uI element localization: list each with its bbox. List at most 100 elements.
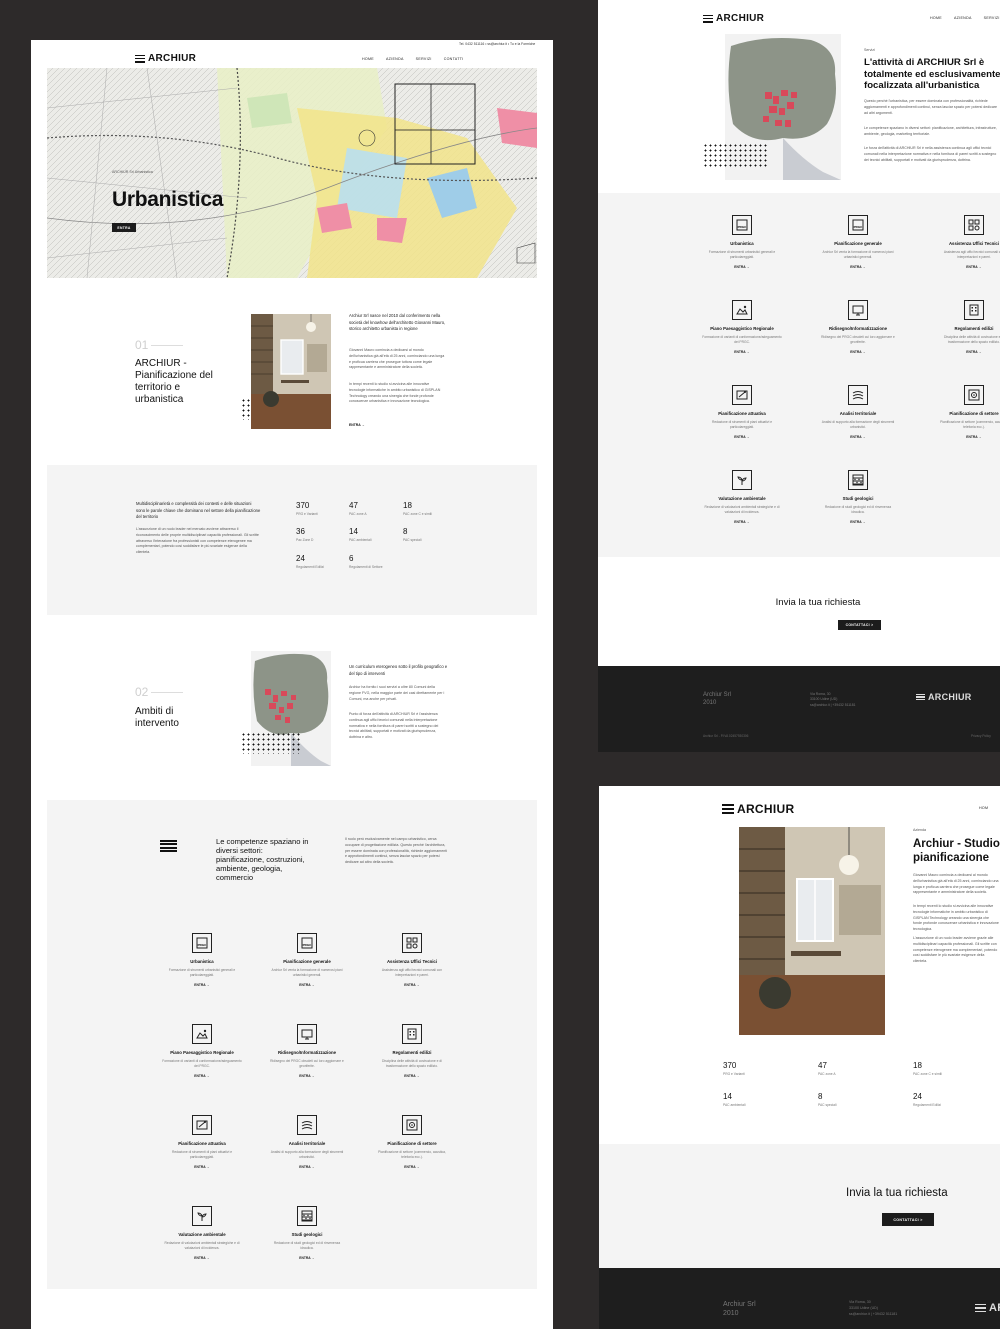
- service-card[interactable]: Analisi territoriale Analisi di supporto …: [257, 1115, 357, 1169]
- prgc-icon: PRGC: [848, 215, 868, 235]
- service-enter-link[interactable]: ENTRA →: [152, 1256, 252, 1260]
- service-description: Disciplina delle attività di costruzione…: [382, 1059, 442, 1068]
- geology-icon: [848, 470, 868, 490]
- service-card[interactable]: Regolamenti edilizi Disciplina delle atti…: [362, 1024, 462, 1078]
- menu-bars-icon: [703, 14, 713, 23]
- service-enter-link[interactable]: ENTRA →: [152, 1074, 252, 1078]
- service-card[interactable]: Pianificazione di settore Pianificazione …: [362, 1115, 462, 1169]
- service-card[interactable]: Pianificazione di settore Pianificazione …: [924, 385, 1000, 439]
- service-card[interactable]: PRGC Pianificazione generale Archiur Srl v…: [257, 933, 357, 987]
- main-nav: HOME AZIENDA SERVIZI: [918, 16, 1000, 20]
- service-description: Archiur Srl venta la formazione di numer…: [271, 968, 343, 977]
- nav-home[interactable]: HOM: [979, 806, 988, 810]
- service-description: Redazione di strumenti di piani attuativ…: [711, 420, 773, 429]
- service-description: Pianificazione di settore (commercio, ac…: [940, 420, 1000, 429]
- contact-title: Invia la tua richiesta: [775, 597, 861, 608]
- service-description: Formazione di strumenti urbanistici gene…: [168, 968, 236, 977]
- office-photo: [251, 314, 331, 429]
- service-title: Analisi territoriale: [839, 411, 877, 416]
- section1-paragraph-1: Giovanni Mauro comincia a dedicarsi al m…: [349, 348, 445, 370]
- service-enter-link[interactable]: ENTRA →: [924, 350, 1000, 354]
- main-nav: HOM: [979, 806, 988, 810]
- service-card[interactable]: Piano Paesaggistico Regionale Formazione …: [692, 300, 792, 354]
- top-contact-info: Tel. 0432 511116 • ss@archiur.it • Tu e …: [459, 42, 536, 46]
- service-card[interactable]: Ridisegno/Informatizzazione Ridisegno dei…: [257, 1024, 357, 1078]
- service-enter-link[interactable]: ENTRA →: [692, 435, 792, 439]
- stat-item: 14 PAC ambientali: [723, 1092, 746, 1107]
- nav-azienda[interactable]: AZIENDA: [954, 16, 972, 20]
- section1-enter-link[interactable]: ENTRA →: [349, 423, 365, 427]
- brand-logo[interactable]: ARCHIUR: [135, 53, 196, 64]
- service-enter-link[interactable]: ENTRA →: [808, 265, 908, 269]
- service-enter-link[interactable]: ENTRA →: [257, 983, 357, 987]
- service-card[interactable]: Valutazione ambientale Redazione di valut…: [152, 1206, 252, 1260]
- hero-enter-button[interactable]: ENTRA: [112, 223, 136, 232]
- service-card[interactable]: Pianificazione attuativa Redazione di str…: [692, 385, 792, 439]
- azienda-paragraph-2: In tempi recenti lo studio si avvicina a…: [913, 904, 999, 931]
- service-card[interactable]: Piano Paesaggistico Regionale Formazione …: [152, 1024, 252, 1078]
- privacy-link[interactable]: Privacy Policy: [971, 734, 991, 739]
- hero-map-banner: ARCHIUR Srl Urbanistica Urbanistica ENTR…: [47, 68, 537, 278]
- footer-logo[interactable]: ARCHIUR: [916, 692, 972, 702]
- stat-item: 24 Regolamenti Edilizi: [296, 554, 325, 569]
- service-enter-link[interactable]: ENTRA →: [924, 435, 1000, 439]
- service-enter-link[interactable]: ENTRA →: [808, 520, 908, 524]
- service-description: Analisi di supporto alla formazione degl…: [270, 1150, 344, 1159]
- stat-item: 6 Regolamenti di Settore: [349, 554, 383, 569]
- brand-logo[interactable]: ARCHIUR: [722, 802, 794, 816]
- service-description: Redazione di studi geologici ed di rinve…: [824, 505, 892, 514]
- service-enter-link[interactable]: ENTRA →: [808, 435, 908, 439]
- brand-logo[interactable]: ARCHIUR: [703, 13, 764, 24]
- stat-item: 18 PAC zone C e simili: [913, 1061, 942, 1076]
- service-enter-link[interactable]: ENTRA →: [808, 350, 908, 354]
- section2-title: Ambiti di intervento: [135, 706, 179, 729]
- servizi-label: Servizi: [864, 48, 875, 52]
- service-card[interactable]: PRGC Urbanistica Formazione di strumenti u…: [692, 215, 792, 269]
- nav-azienda[interactable]: AZIENDA: [386, 57, 404, 61]
- office-icon: [964, 215, 984, 235]
- stat-item: 8 PAC speciali: [403, 527, 422, 542]
- service-enter-link[interactable]: ENTRA →: [692, 520, 792, 524]
- service-enter-link[interactable]: ENTRA →: [692, 265, 792, 269]
- service-card[interactable]: Studi geologici Redazione di studi geolog…: [808, 470, 908, 524]
- nav-home[interactable]: HOME: [362, 57, 374, 61]
- footer: Archiur Srl 2010 Via Roma, 30 33100 Udine …: [599, 1268, 1000, 1329]
- contact-button[interactable]: CONTATTACI >: [882, 1213, 934, 1226]
- service-enter-link[interactable]: ENTRA →: [257, 1074, 357, 1078]
- footer-logo[interactable]: ARCHIUR: [975, 1302, 1000, 1314]
- landscape-icon: [732, 300, 752, 320]
- service-card[interactable]: Analisi territoriale Analisi di supporto …: [808, 385, 908, 439]
- service-enter-link[interactable]: ENTRA →: [924, 265, 1000, 269]
- service-enter-link[interactable]: ENTRA →: [152, 983, 252, 987]
- service-enter-link[interactable]: ENTRA →: [257, 1256, 357, 1260]
- stats-lead: Multidisciplinarietà e complessità dei c…: [136, 501, 261, 520]
- service-card[interactable]: Valutazione ambientale Redazione di valut…: [692, 470, 792, 524]
- service-enter-link[interactable]: ENTRA →: [257, 1165, 357, 1169]
- menu-bars-icon: [135, 54, 145, 63]
- service-card[interactable]: PRGC Pianificazione generale Archiur Srl v…: [808, 215, 908, 269]
- service-description: Redazione di strumenti di piani attuativ…: [171, 1150, 233, 1159]
- sprout-icon: [192, 1206, 212, 1226]
- menu-bars-icon: [722, 804, 734, 814]
- contact-button[interactable]: CONTATTACI >: [838, 620, 881, 630]
- nav-servizi[interactable]: SERVIZI: [416, 57, 432, 61]
- brand-name: ARCHIUR: [148, 53, 197, 64]
- service-card[interactable]: Regolamenti edilizi Disciplina delle atti…: [924, 300, 1000, 354]
- stat-item: 8 PAC speciali: [818, 1092, 837, 1107]
- nav-home[interactable]: HOME: [930, 16, 942, 20]
- service-enter-link[interactable]: ENTRA →: [692, 350, 792, 354]
- service-enter-link[interactable]: ENTRA →: [362, 983, 462, 987]
- service-enter-link[interactable]: ENTRA →: [362, 1074, 462, 1078]
- nav-servizi[interactable]: SERVIZI: [984, 16, 1000, 20]
- service-card[interactable]: Pianificazione attuativa Redazione di str…: [152, 1115, 252, 1169]
- service-card[interactable]: Studi geologici Redazione di studi geolog…: [257, 1206, 357, 1260]
- service-card[interactable]: Ridisegno/Informatizzazione Ridisegno dei…: [808, 300, 908, 354]
- service-card[interactable]: PRGC Urbanistica Formazione di strumenti u…: [152, 933, 252, 987]
- hero-subtitle: ARCHIUR Srl Urbanistica: [112, 170, 153, 174]
- service-card[interactable]: Assistenza Uffici Tecnici Assistenza agli…: [362, 933, 462, 987]
- nav-contatti[interactable]: CONTATTI: [444, 57, 464, 61]
- section2-paragraph-1: Archiur ha fornito i suoi servizi a oltr…: [349, 685, 445, 701]
- service-card[interactable]: Assistenza Uffici Tecnici Assistenza agli…: [924, 215, 1000, 269]
- service-enter-link[interactable]: ENTRA →: [362, 1165, 462, 1169]
- service-enter-link[interactable]: ENTRA →: [152, 1165, 252, 1169]
